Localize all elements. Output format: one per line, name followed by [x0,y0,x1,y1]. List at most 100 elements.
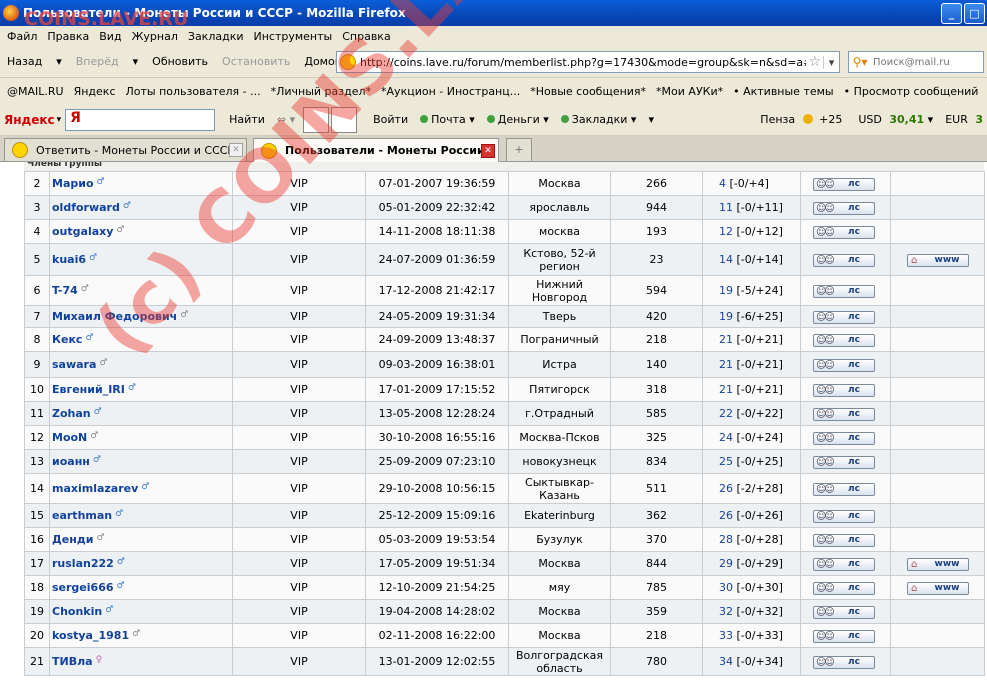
bookmark-foreign-auction[interactable]: *Аукцион - Иностранц... [376,85,525,98]
member-name-link[interactable]: Кекс [52,333,82,346]
menu-bookmarks[interactable]: Закладки [183,30,249,43]
bookmark-yandex[interactable]: Яндекс [69,85,121,98]
url-dropdown-icon[interactable]: ▾ [823,55,839,69]
pm-button[interactable]: ☺☺ лс [813,284,875,298]
member-name-link[interactable]: Евгений_IRI [52,383,125,396]
yandex-bookmarks-button[interactable]: Закладки ▾ [555,113,643,126]
reputation-link[interactable]: 11 [719,201,733,214]
forward-button[interactable]: Вперёд [69,55,126,68]
member-name-link[interactable]: ruslan222 [52,557,114,570]
member-name-link[interactable]: иоанн [52,455,90,468]
yandex-money-button[interactable]: Деньги ▾ [481,113,555,126]
reputation-link[interactable]: 33 [719,629,733,642]
www-button[interactable]: ⌂ www [907,581,969,595]
bookmark-personal-section[interactable]: *Личный раздел* [266,85,376,98]
member-name-link[interactable]: maximlazarev [52,482,138,495]
url-text[interactable]: http://coins.lave.ru/forum/memberlist.ph… [360,56,806,69]
reputation-link[interactable]: 28 [719,533,733,546]
menu-tools[interactable]: Инструменты [249,30,338,43]
reputation-link[interactable]: 12 [719,225,733,238]
menu-file[interactable]: Файл [2,30,42,43]
reputation-link[interactable]: 14 [719,253,733,266]
city-label[interactable]: Пенза [756,113,799,126]
search-box[interactable]: ⚲▾ [848,51,984,73]
maximize-button[interactable]: □ [964,3,985,24]
back-button[interactable]: Назад [0,55,49,68]
pm-button[interactable]: ☺☺ лс [813,333,875,347]
yandex-logo-dropdown-icon[interactable]: ▾ [57,115,62,125]
yandex-more-dropdown-icon[interactable]: ▾ [642,113,660,126]
member-name-link[interactable]: ТИВла [52,655,93,668]
member-name-link[interactable]: sawara [52,358,96,371]
reputation-link[interactable]: 26 [719,482,733,495]
pm-button[interactable]: ☺☺ лс [813,431,875,445]
pm-button[interactable]: ☺☺ лс [813,655,875,669]
reputation-link[interactable]: 4 [719,177,726,190]
minimize-button[interactable]: _ [941,3,962,24]
reputation-link[interactable]: 22 [719,407,733,420]
pm-button[interactable]: ☺☺ лс [813,509,875,523]
bookmark-star-icon[interactable]: ☆ [806,54,823,70]
usd-rate[interactable]: USD 30,41 ▾ [850,113,937,126]
yandex-logo[interactable]: Яндекс [0,113,57,127]
eur-rate[interactable]: EUR 3 [937,113,987,126]
pm-button[interactable]: ☺☺ лс [813,225,875,239]
tab-users[interactable]: Пользователи - Монеты России ... ✕ [253,138,499,162]
member-name-link[interactable]: Марио [52,177,94,190]
bookmark-view-messages[interactable]: • Просмотр сообщений [839,85,984,98]
member-name-link[interactable]: earthman [52,509,112,522]
pm-button[interactable]: ☺☺ лс [813,605,875,619]
member-name-link[interactable]: oldforward [52,201,120,214]
pm-button[interactable]: ☺☺ лс [813,383,875,397]
bookmark-new-messages[interactable]: *Новые сообщения* [525,85,651,98]
reputation-link[interactable]: 32 [719,605,733,618]
tab-reply[interactable]: Ответить - Монеты России и СССР ✕ [4,138,247,161]
member-name-link[interactable]: MooN [52,431,87,444]
pm-button[interactable]: ☺☺ лс [813,629,875,643]
yandex-select-2[interactable] [331,106,358,133]
member-name-link[interactable]: sergei666 [52,581,114,594]
reputation-link[interactable]: 29 [719,557,733,570]
member-name-link[interactable]: Михаил Федорович [52,310,177,323]
member-name-link[interactable]: T-74 [52,284,78,297]
bookmark-mailru[interactable]: @MAIL.RU [2,85,69,98]
pm-button[interactable]: ☺☺ лс [813,201,875,215]
pm-button[interactable]: ☺☺ лс [813,482,875,496]
yandex-mail-button[interactable]: Почта ▾ [414,113,481,126]
bookmark-active-topics[interactable]: • Активные темы [728,85,839,98]
www-button[interactable]: ⌂ www [907,557,969,571]
reputation-link[interactable]: 19 [719,310,733,323]
back-dropdown-icon[interactable]: ▾ [49,55,69,68]
reputation-link[interactable]: 26 [719,509,733,522]
menu-edit[interactable]: Правка [42,30,94,43]
pm-button[interactable]: ☺☺ лс [813,455,875,469]
member-name-link[interactable]: kostya_1981 [52,629,129,642]
reputation-link[interactable]: 21 [719,358,733,371]
yandex-find-button[interactable]: Найти [223,113,271,126]
member-name-link[interactable]: Zohan [52,407,91,420]
member-name-link[interactable]: Chonkin [52,605,102,618]
pm-button[interactable]: ☺☺ лс [813,557,875,571]
yandex-nav-arrows-icon[interactable]: ⇔ ▾ [271,113,301,126]
yandex-select-1[interactable] [303,106,330,133]
forward-dropdown-icon[interactable]: ▾ [126,55,146,68]
tab-close-icon[interactable]: ✕ [229,143,243,157]
reputation-link[interactable]: 34 [719,655,733,668]
menu-history[interactable]: Журнал [127,30,183,43]
pm-button[interactable]: ☺☺ лс [813,310,875,324]
tab-close-icon[interactable]: ✕ [481,143,495,158]
pm-button[interactable]: ☺☺ лс [813,533,875,547]
weather-widget[interactable]: +25 [799,113,850,126]
search-input[interactable] [871,55,971,69]
reputation-link[interactable]: 21 [719,383,733,396]
bookmark-my-auctions[interactable]: *Мои АУКи* [651,85,728,98]
reputation-link[interactable]: 24 [719,431,733,444]
pm-button[interactable]: ☺☺ лс [813,581,875,595]
search-engine-icon[interactable]: ⚲▾ [849,55,871,69]
stop-button[interactable]: Остановить [215,55,297,68]
new-tab-icon[interactable]: + [506,138,532,161]
pm-button[interactable]: ☺☺ лс [813,253,875,267]
menu-help[interactable]: Справка [337,30,395,43]
reputation-link[interactable]: 25 [719,455,733,468]
reload-button[interactable]: Обновить [145,55,215,68]
